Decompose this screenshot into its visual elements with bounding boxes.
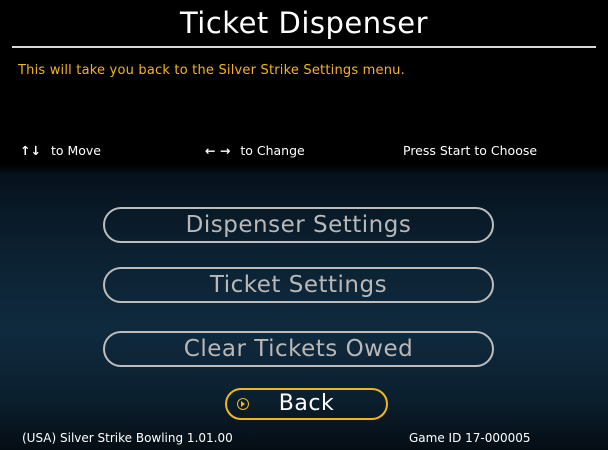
back-button[interactable]: Back [225,388,388,420]
help-move-label: to Move [50,143,101,158]
ticket-settings-button[interactable]: Ticket Settings [103,267,494,303]
play-circle-icon [237,398,249,410]
game-id-text: Game ID 17-000005 [409,431,531,445]
version-text: (USA) Silver Strike Bowling 1.01.00 [22,431,233,445]
clear-tickets-owed-button[interactable]: Clear Tickets Owed [103,331,494,367]
help-change-label: to Change [240,143,305,158]
settings-screen: Ticket Dispenser This will take you back… [0,0,608,450]
left-right-arrows-icon: ← → [205,143,231,158]
help-move: ↑↓ to Move [20,143,101,158]
up-down-arrows-icon: ↑↓ [20,143,41,158]
controls-help-bar: ↑↓ to Move ← → to Change Press Start to Ch… [0,140,608,164]
dispenser-settings-button[interactable]: Dispenser Settings [103,207,494,243]
footer-bar: (USA) Silver Strike Bowling 1.01.00 Game… [0,428,608,448]
menu-description: This will take you back to the Silver St… [18,63,405,78]
help-start: Press Start to Choose [403,143,537,158]
page-title: Ticket Dispenser [179,6,428,40]
title-divider [12,46,596,48]
back-button-label: Back [278,391,335,416]
help-start-label: Press Start to Choose [403,143,538,158]
help-change: ← → to Change [205,143,305,158]
